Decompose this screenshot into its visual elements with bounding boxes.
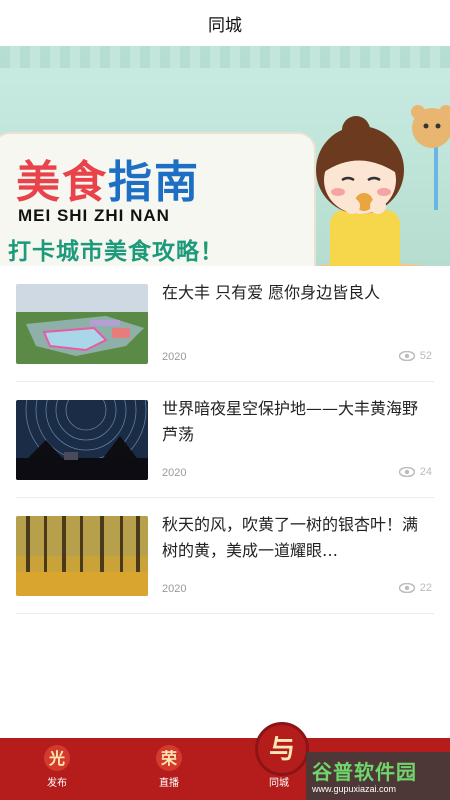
- news-item[interactable]: 世界暗夜星空保护地——大丰黄海野芦荡 2020 24: [16, 382, 434, 498]
- view-count-number: 22: [419, 582, 432, 594]
- top-bar: 同城: [0, 0, 450, 46]
- news-item[interactable]: 在大丰 只有爱 愿你身边皆良人 2020 52: [16, 266, 434, 382]
- view-count: 24: [398, 466, 432, 478]
- live-tab-icon-char: 荣: [160, 749, 177, 768]
- city-emblem-icon: 与: [269, 735, 295, 765]
- news-title: 秋天的风，吹黄了一树的银杏叶！满树的黄，美成一道耀眼…: [162, 515, 419, 560]
- banner-carousel[interactable]: 美食指南 MEI SHI ZHI NAN 打卡城市美食攻略！ 美食: [0, 46, 450, 266]
- view-count: 22: [398, 582, 432, 594]
- news-year: 2020: [162, 467, 187, 479]
- banner-pinyin: MEI SHI ZHI NAN: [18, 206, 170, 225]
- publish-tab-icon-char: 光: [48, 749, 65, 768]
- news-title: 在大丰 只有爱 愿你身边皆良人: [162, 283, 381, 302]
- tab-live[interactable]: 荣 直播: [124, 738, 214, 800]
- news-thumbnail-ginkgo: [16, 516, 148, 596]
- banner-title-blue: 指南: [108, 157, 200, 208]
- banner-stripe: [0, 46, 450, 68]
- live-tab-icon: 荣: [156, 745, 182, 771]
- banner-slogan: 打卡城市美食攻略！: [8, 239, 224, 265]
- view-count: 52: [398, 350, 432, 362]
- watermark-title: 谷普软件园: [312, 760, 417, 784]
- news-list: 在大丰 只有爱 愿你身边皆良人 2020 52 世界暗夜星空保护地——大丰黄海野…: [16, 266, 434, 614]
- news-year: 2020: [162, 351, 187, 363]
- tab-label: 发布: [47, 778, 67, 789]
- news-year: 2020: [162, 583, 187, 595]
- watermark-url: www.gupuxiazai.com: [312, 784, 397, 794]
- cartoon-girl-illustration: [315, 105, 450, 266]
- news-title: 世界暗夜星空保护地——大丰黄海野芦荡: [162, 399, 419, 444]
- news-item[interactable]: 秋天的风，吹黄了一树的银杏叶！满树的黄，美成一道耀眼… 2020 22: [16, 498, 434, 614]
- banner-title-red: 美食: [16, 157, 108, 208]
- view-count-number: 24: [419, 466, 432, 478]
- eye-icon: [398, 583, 415, 593]
- tab-label: 直播: [159, 778, 179, 789]
- news-thumbnail-park: [16, 284, 148, 364]
- city-tab-emblem[interactable]: 与: [255, 722, 309, 776]
- tab-publish[interactable]: 光 发布: [12, 738, 102, 800]
- eye-icon: [398, 467, 415, 477]
- news-thumbnail-night: [16, 400, 148, 480]
- page-title: 同城: [208, 15, 242, 36]
- banner-title: 美食指南: [16, 146, 200, 210]
- view-count-number: 52: [419, 350, 432, 362]
- eye-icon: [398, 351, 415, 361]
- publish-tab-icon: 光: [44, 745, 70, 771]
- watermark: 谷普软件园 www.gupuxiazai.com: [306, 752, 450, 800]
- city-emblem-char: 与: [269, 735, 295, 765]
